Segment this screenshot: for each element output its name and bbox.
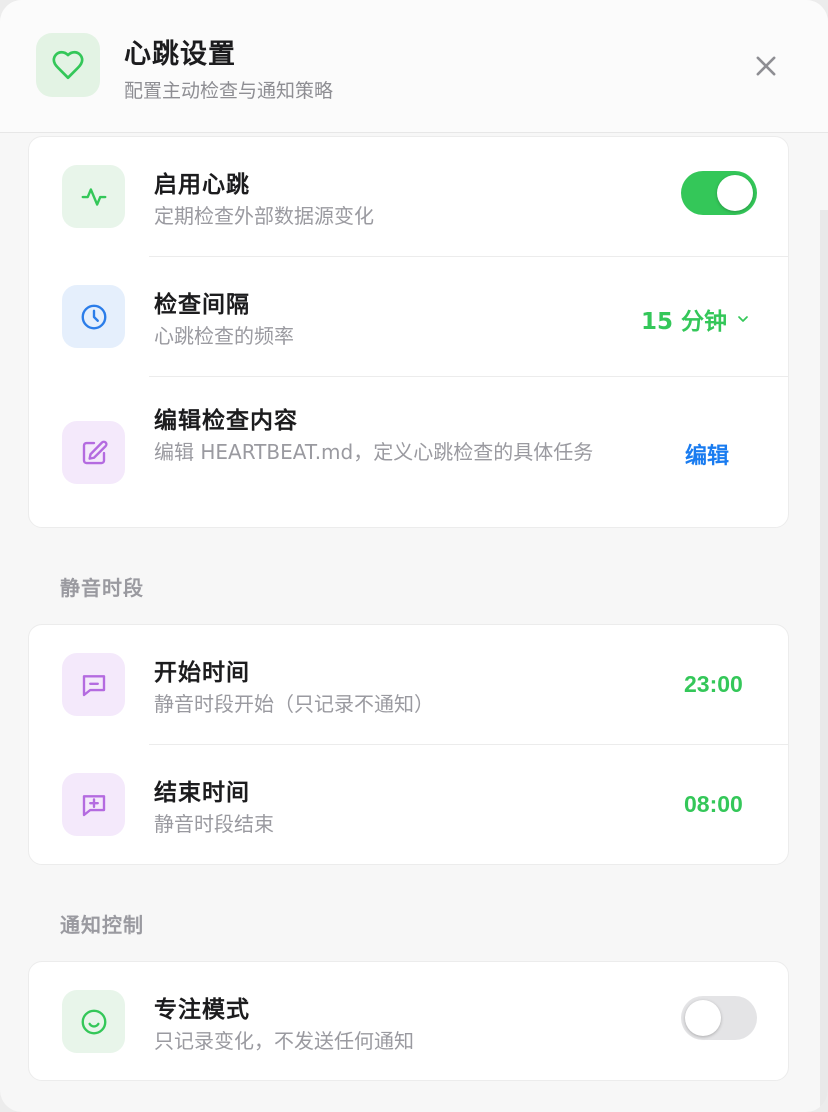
focus-mode-row: 专注模式 只记录变化，不发送任何通知	[29, 962, 788, 1080]
dialog-header: 心跳设置 配置主动检查与通知策略	[0, 0, 828, 133]
end-time-title: 结束时间	[154, 780, 250, 806]
enable-heartbeat-toggle[interactable]	[681, 171, 757, 215]
end-time-value[interactable]: 08:00	[684, 791, 743, 818]
clock-icon	[62, 285, 125, 348]
end-time-subtitle: 静音时段结束	[154, 812, 274, 836]
heartbeat-settings-dialog: 心跳设置 配置主动检查与通知策略 启用心跳 定期检查外部数据源变化 检查间隔 心…	[0, 0, 828, 1112]
start-time-value[interactable]: 23:00	[684, 671, 743, 698]
quiet-hours-label: 静音时段	[60, 576, 144, 600]
activity-icon	[62, 165, 125, 228]
smile-icon	[62, 990, 125, 1053]
toggle-knob	[717, 175, 753, 211]
start-time-title: 开始时间	[154, 660, 250, 686]
edit-button[interactable]: 编辑	[685, 438, 729, 470]
interval-value: 15 分钟	[641, 309, 728, 335]
close-button[interactable]	[748, 48, 784, 84]
dialog-title: 心跳设置	[124, 39, 236, 70]
scrollbar-track[interactable]	[820, 210, 828, 1112]
focus-mode-toggle[interactable]	[681, 996, 757, 1040]
dialog-subtitle: 配置主动检查与通知策略	[124, 80, 334, 102]
toggle-knob	[685, 1000, 721, 1036]
message-minus-icon	[62, 653, 125, 716]
heartbeat-card: 启用心跳 定期检查外部数据源变化 检查间隔 心跳检查的频率 15 分钟 编辑检查…	[28, 136, 789, 528]
edit-icon	[62, 421, 125, 484]
edit-content-row: 编辑检查内容 编辑 HEARTBEAT.md，定义心跳检查的具体任务 编辑	[29, 377, 788, 527]
edit-content-title: 编辑检查内容	[154, 408, 298, 434]
heart-icon	[36, 33, 100, 97]
message-plus-icon	[62, 773, 125, 836]
close-icon	[756, 56, 776, 76]
focus-mode-title: 专注模式	[154, 997, 250, 1023]
start-time-subtitle: 静音时段开始（只记录不通知）	[154, 692, 434, 716]
interval-subtitle: 心跳检查的频率	[154, 324, 294, 348]
quiet-hours-card: 开始时间 静音时段开始（只记录不通知） 23:00 结束时间 静音时段结束 08…	[28, 624, 789, 865]
interval-row: 检查间隔 心跳检查的频率 15 分钟	[29, 257, 788, 377]
focus-mode-subtitle: 只记录变化，不发送任何通知	[154, 1029, 414, 1053]
interval-title: 检查间隔	[154, 292, 250, 318]
notification-card: 专注模式 只记录变化，不发送任何通知	[28, 961, 789, 1081]
start-time-row: 开始时间 静音时段开始（只记录不通知） 23:00	[29, 625, 788, 745]
chevron-down-icon	[738, 316, 748, 322]
enable-heartbeat-subtitle: 定期检查外部数据源变化	[154, 204, 374, 228]
enable-heartbeat-title: 启用心跳	[154, 172, 250, 198]
enable-heartbeat-row: 启用心跳 定期检查外部数据源变化	[29, 137, 788, 257]
notification-control-label: 通知控制	[60, 913, 144, 937]
edit-content-subtitle: 编辑 HEARTBEAT.md，定义心跳检查的具体任务	[154, 440, 594, 464]
interval-select[interactable]: 15 分钟	[641, 302, 751, 336]
end-time-row: 结束时间 静音时段结束 08:00	[29, 745, 788, 864]
